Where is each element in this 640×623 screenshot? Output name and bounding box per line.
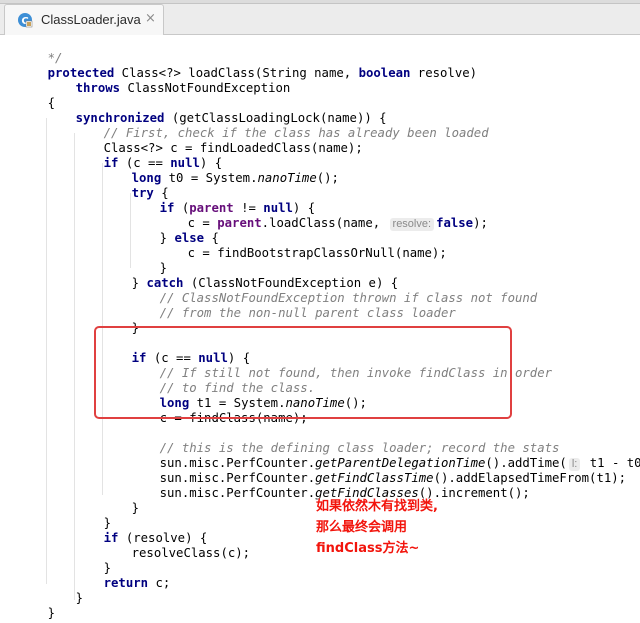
code-line: { (18, 81, 55, 110)
highlight-annotation-box (94, 326, 512, 419)
code-editor[interactable]: */ protected Class<?> loadClass(String n… (0, 36, 640, 623)
code-line: try { (102, 171, 169, 200)
code-text: .loadClass(name, (261, 216, 388, 230)
annotation-text: 如果依然木有找到类, 那么最终会调用 findClass方法~ (316, 496, 438, 559)
code-line: } (18, 591, 55, 620)
code-text: (); (316, 171, 339, 185)
code-line: c = parent.loadClass(name, resolve: false… (158, 201, 488, 231)
indent-guide (46, 118, 47, 584)
code-line: */ (18, 36, 63, 65)
code-line: if (resolve) { (74, 516, 208, 545)
code-line: Class<?> c = findLoadedClass(name); (74, 126, 363, 155)
code-line: // this is the defining class loader; re… (130, 426, 560, 455)
code-line: // First, check if the class has already… (74, 111, 489, 140)
code-text: resolveClass(c); (131, 546, 251, 560)
code-line: // ClassNotFoundException thrown if clas… (130, 276, 538, 305)
code-line: sun.misc.PerfCounter.getParentDelegation… (130, 441, 640, 471)
parameter-hint: resolve: (389, 218, 435, 231)
code-text: sun.misc.PerfCounter. (159, 486, 316, 500)
code-line: } (46, 576, 83, 605)
code-line: } (74, 501, 111, 530)
code-line: } (130, 246, 167, 275)
annotation-line: 那么最终会调用 (316, 520, 408, 535)
editor-tab-bar: C ClassLoader.java × (0, 0, 640, 35)
code-line: c = findBootstrapClassOrNull(name); (158, 231, 447, 260)
code-line: synchronized (getClassLoadingLock(name))… (46, 96, 387, 125)
code-text: ); (473, 216, 488, 230)
code-line: if (parent != null) { (130, 186, 316, 215)
code-text: resolve) (410, 66, 478, 80)
code-line: return c; (74, 561, 171, 590)
code-line: throws ClassNotFoundException (46, 66, 291, 95)
code-line: long t0 = System.nanoTime(); (102, 156, 339, 185)
annotation-line: 如果依然木有找到类, (316, 499, 438, 514)
code-line: resolveClass(c); (102, 531, 250, 560)
code-line: } (74, 546, 111, 575)
code-line: } (102, 486, 139, 515)
code-line: if (c == null) { (74, 141, 222, 170)
tab-file-name: ClassLoader.java (41, 12, 141, 27)
field-name: parent (217, 216, 262, 230)
code-comment: // from the non-null parent class loader (159, 306, 456, 320)
static-method: nanoTime (257, 171, 317, 185)
code-line: sun.misc.PerfCounter.getFindClasses().in… (130, 471, 530, 500)
code-text: t0 = System. (161, 171, 258, 185)
java-class-icon: C (18, 13, 33, 28)
code-line: } catch (ClassNotFoundException e) { (102, 261, 399, 290)
code-line: sun.misc.PerfCounter.getFindClassTime().… (130, 456, 626, 485)
tab-classloader-java[interactable]: C ClassLoader.java × (4, 4, 164, 35)
code-text: } (75, 591, 84, 605)
keyword: false (436, 216, 474, 230)
keyword: return (103, 576, 149, 590)
keyword: throws (75, 81, 121, 95)
code-text: ClassNotFoundException (120, 81, 291, 95)
keyword: boolean (358, 66, 411, 80)
code-text: c = findBootstrapClassOrNull(name); (187, 246, 447, 260)
code-line: protected Class<?> loadClass(String name… (18, 51, 477, 80)
code-text: c; (148, 576, 171, 590)
code-text: } (131, 501, 140, 515)
annotation-line: findClass方法~ (316, 541, 420, 556)
code-line: } else { (130, 216, 219, 245)
code-line: } (102, 306, 139, 335)
tab-close-icon[interactable]: × (145, 11, 156, 26)
code-line: // from the non-null parent class loader (130, 291, 456, 320)
code-text: } (47, 606, 56, 620)
